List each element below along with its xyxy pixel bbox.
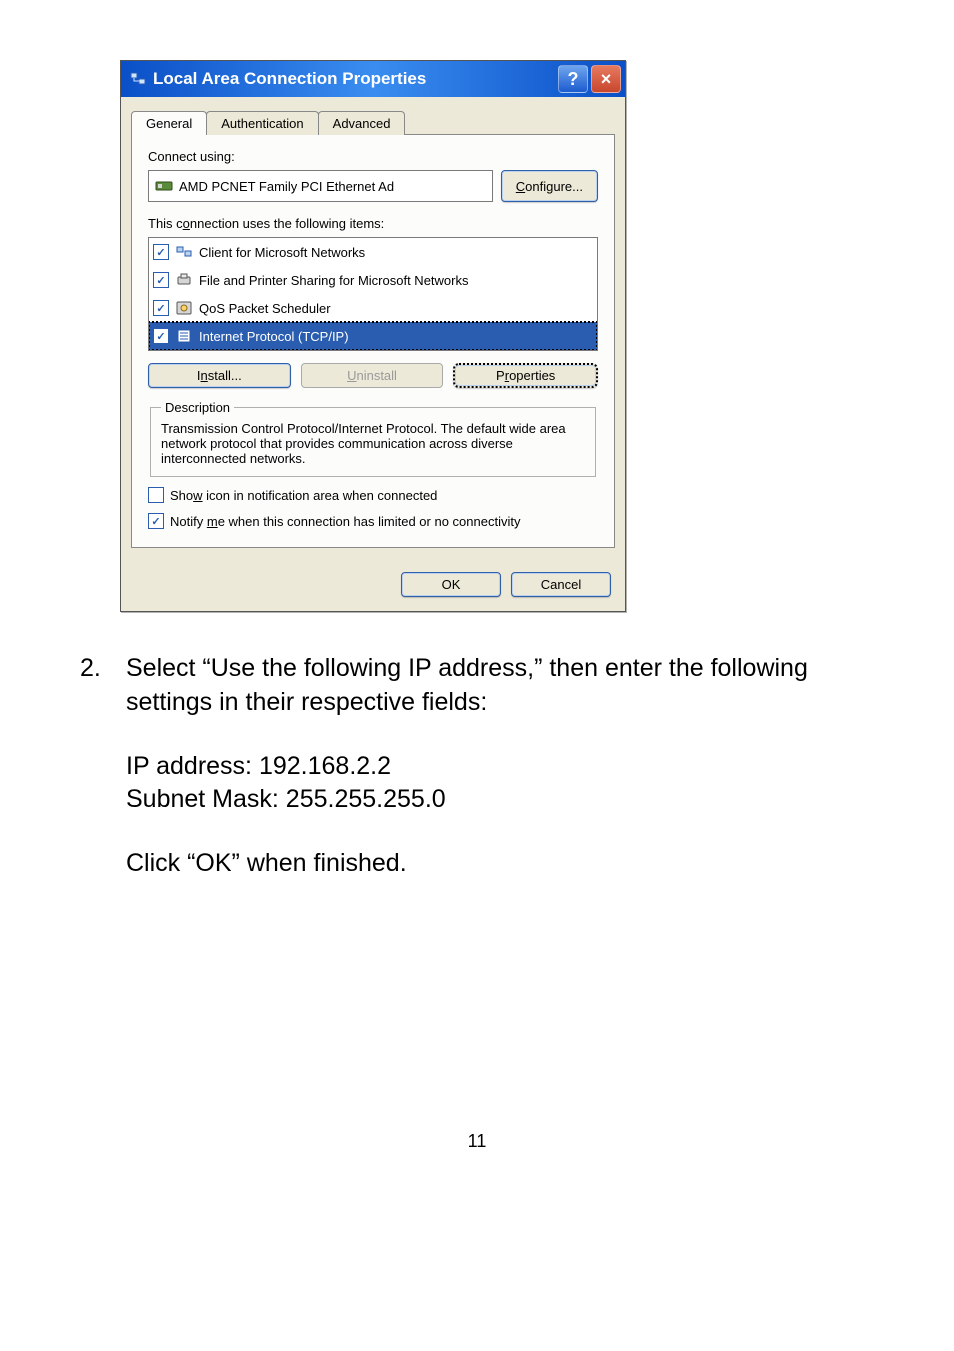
tab-general[interactable]: General	[131, 111, 207, 135]
list-item[interactable]: ✓ Client for Microsoft Networks	[149, 238, 597, 266]
network-icon	[129, 70, 147, 88]
checkbox-unchecked-icon[interactable]: ✓	[148, 487, 164, 503]
ok-button[interactable]: OK	[401, 572, 501, 597]
dialog-footer: OK Cancel	[121, 558, 625, 611]
step-number: 2.	[80, 652, 126, 720]
adapter-name: AMD PCNET Family PCI Ethernet Ad	[179, 179, 394, 194]
settings-block: IP address: 192.168.2.2 Subnet Mask: 255…	[126, 750, 874, 818]
list-item[interactable]: ✓ File and Printer Sharing for Microsoft…	[149, 266, 597, 294]
step-row: 2. Select “Use the following IP address,…	[80, 652, 874, 720]
install-button[interactable]: Install...	[148, 363, 291, 388]
list-item-label: Internet Protocol (TCP/IP)	[199, 329, 349, 344]
checkbox-icon[interactable]: ✓	[153, 328, 169, 344]
titlebar: Local Area Connection Properties ? ×	[121, 61, 625, 97]
tabstrip: General Authentication Advanced	[131, 111, 615, 135]
checkbox-checked-icon[interactable]: ✓	[148, 513, 164, 529]
close-button[interactable]: ×	[591, 65, 621, 93]
protocol-icon	[175, 327, 193, 345]
show-icon-label: Show icon in notification area when conn…	[170, 488, 437, 503]
notify-row[interactable]: ✓ Notify me when this connection has lim…	[148, 513, 598, 529]
configure-button[interactable]: Configure...	[501, 170, 598, 202]
client-icon	[175, 243, 193, 261]
properties-button[interactable]: Properties	[453, 363, 598, 388]
help-button[interactable]: ?	[558, 65, 588, 93]
click-ok-line: Click “OK” when finished.	[126, 847, 874, 881]
description-text: Transmission Control Protocol/Internet P…	[161, 421, 585, 466]
sharing-icon	[175, 271, 193, 289]
step-text: Select “Use the following IP address,” t…	[126, 652, 874, 720]
show-icon-row[interactable]: ✓ Show icon in notification area when co…	[148, 487, 598, 503]
connect-using-label: Connect using:	[148, 149, 598, 164]
description-group: Description Transmission Control Protoco…	[150, 400, 596, 477]
checkbox-icon[interactable]: ✓	[153, 244, 169, 260]
cancel-button[interactable]: Cancel	[511, 572, 611, 597]
list-item-label: File and Printer Sharing for Microsoft N…	[199, 273, 468, 288]
list-item[interactable]: ✓ QoS Packet Scheduler	[149, 294, 597, 322]
checkbox-icon[interactable]: ✓	[153, 300, 169, 316]
notify-label: Notify me when this connection has limit…	[170, 514, 520, 529]
qos-icon	[175, 299, 193, 317]
uninstall-button: Uninstall	[301, 363, 444, 388]
xp-dialog-window: Local Area Connection Properties ? × Gen…	[120, 60, 626, 612]
page-number: 11	[80, 1131, 874, 1152]
tab-advanced[interactable]: Advanced	[318, 111, 406, 135]
adapter-icon	[155, 177, 173, 195]
dialog-body: General Authentication Advanced Connect …	[121, 97, 625, 558]
adapter-field: AMD PCNET Family PCI Ethernet Ad	[148, 170, 493, 202]
list-item-label: Client for Microsoft Networks	[199, 245, 365, 260]
list-item-tcpip[interactable]: ✓ Internet Protocol (TCP/IP)	[149, 322, 597, 350]
list-item-label: QoS Packet Scheduler	[199, 301, 331, 316]
checkbox-icon[interactable]: ✓	[153, 272, 169, 288]
items-listbox[interactable]: ✓ Client for Microsoft Networks ✓ File a…	[148, 237, 598, 351]
mask-line: Subnet Mask: 255.255.255.0	[126, 783, 874, 817]
items-label: This connection uses the following items…	[148, 216, 598, 231]
titlebar-text: Local Area Connection Properties	[153, 69, 426, 89]
tab-authentication[interactable]: Authentication	[206, 111, 318, 135]
ip-line: IP address: 192.168.2.2	[126, 750, 874, 784]
description-legend: Description	[161, 400, 234, 415]
tab-panel-general: Connect using: AMD PCNET Family PCI Ethe…	[131, 134, 615, 548]
